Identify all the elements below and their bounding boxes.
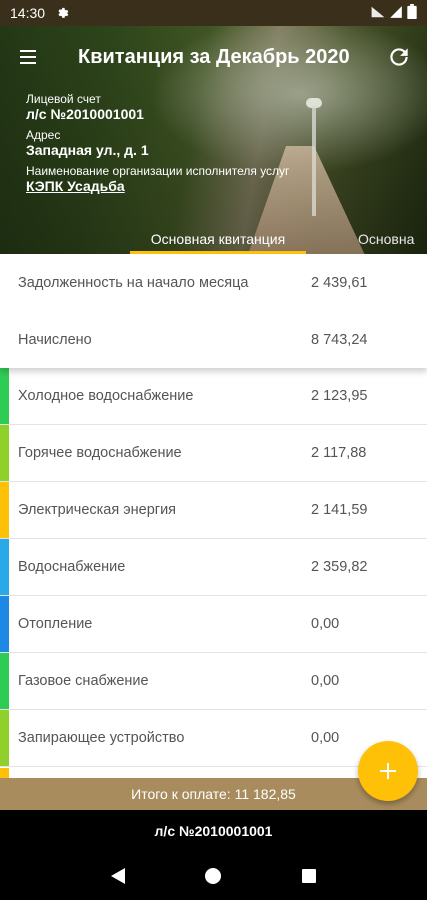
summary-row-charged: Начислено 8 743,24: [0, 311, 427, 368]
service-row-hot-water[interactable]: Горячее водоснабжение 2 117,88: [0, 425, 427, 482]
battery-icon: [407, 4, 417, 22]
service-name: Электрическая энергия: [18, 502, 177, 518]
service-name: Горячее водоснабжение: [18, 445, 182, 461]
summary-row-name: Начислено: [18, 331, 92, 348]
summary-row-amount: 8 743,24: [311, 331, 368, 348]
service-name: Запирающее устройство: [18, 730, 185, 746]
tab-second-receipt[interactable]: Основна: [358, 228, 427, 254]
service-color-stripe: [0, 539, 9, 595]
signal-icon: [389, 5, 403, 22]
address-label: Адрес: [26, 128, 61, 142]
add-button[interactable]: [358, 741, 418, 801]
service-amount: 2 123,95: [311, 388, 368, 404]
service-row-water-supply[interactable]: Водоснабжение 2 359,82: [0, 539, 427, 596]
address-value: Западная ул., д. 1: [26, 142, 149, 158]
summary-row-debt: Задолженность на начало месяца 2 439,61: [0, 254, 427, 311]
settings-gear-icon: [55, 5, 69, 22]
service-color-stripe: [0, 596, 9, 652]
tab-main-receipt[interactable]: Основная квитанция: [130, 228, 306, 254]
organization-link[interactable]: КЭПК Усадьба: [26, 178, 289, 194]
tab-second-receipt-label: Основна: [358, 231, 415, 247]
service-name: Отопление: [18, 616, 93, 632]
account-number: л/с №2010001001: [26, 106, 144, 122]
service-amount: 2 117,88: [311, 445, 367, 461]
service-color-stripe: [0, 368, 9, 424]
home-icon[interactable]: [198, 861, 228, 891]
system-nav-bar: [0, 852, 427, 900]
service-name: Водоснабжение: [18, 559, 126, 575]
service-color-stripe: [0, 653, 9, 709]
status-time: 14:30: [10, 5, 46, 21]
service-color-stripe: [0, 425, 9, 481]
account-switcher[interactable]: л/с №2010001001: [0, 810, 427, 852]
summary-section: Задолженность на начало месяца 2 439,61 …: [0, 254, 427, 368]
organization-label: Наименование организации исполнителя усл…: [26, 164, 290, 178]
summary-row-name: Задолженность на начало месяца: [18, 274, 249, 291]
back-icon[interactable]: [103, 861, 133, 891]
next-row-stripe: [0, 768, 9, 778]
service-color-stripe: [0, 482, 9, 538]
service-row-heating[interactable]: Отопление 0,00: [0, 596, 427, 653]
receipt-list[interactable]: Задолженность на начало месяца 2 439,61 …: [0, 254, 427, 778]
recents-icon[interactable]: [294, 861, 324, 891]
service-row-electricity[interactable]: Электрическая энергия 2 141,59: [0, 482, 427, 539]
account-label: Лицевой счет: [26, 92, 101, 106]
tab-bar: Основная квитанция Основна: [0, 228, 427, 254]
service-amount: 2 359,82: [311, 559, 368, 575]
tab-indicator: [130, 251, 306, 254]
wifi-icon: [371, 5, 385, 22]
summary-row-amount: 2 439,61: [311, 274, 368, 291]
plus-icon: [380, 763, 396, 779]
service-row-cold-water[interactable]: Холодное водоснабжение 2 123,95: [0, 368, 427, 425]
tab-main-receipt-label: Основная квитанция: [150, 231, 286, 247]
service-color-stripe: [0, 710, 9, 766]
service-name: Холодное водоснабжение: [18, 388, 194, 404]
service-amount: 0,00: [311, 616, 340, 632]
refresh-icon[interactable]: [371, 26, 427, 88]
account-info: Лицевой счет л/с №2010001001 Адрес Запад…: [26, 90, 289, 200]
service-name: Газовое снабжение: [18, 673, 149, 689]
page-title: Квитанция за Декабрь 2020: [78, 45, 350, 68]
service-row-gas[interactable]: Газовое снабжение 0,00: [0, 653, 427, 710]
menu-icon[interactable]: [0, 26, 56, 88]
app-bar: Квитанция за Декабрь 2020: [0, 26, 427, 88]
service-amount: 0,00: [311, 730, 340, 746]
service-amount: 0,00: [311, 673, 340, 689]
status-bar: 14:30: [0, 0, 427, 26]
service-amount: 2 141,59: [311, 502, 368, 518]
